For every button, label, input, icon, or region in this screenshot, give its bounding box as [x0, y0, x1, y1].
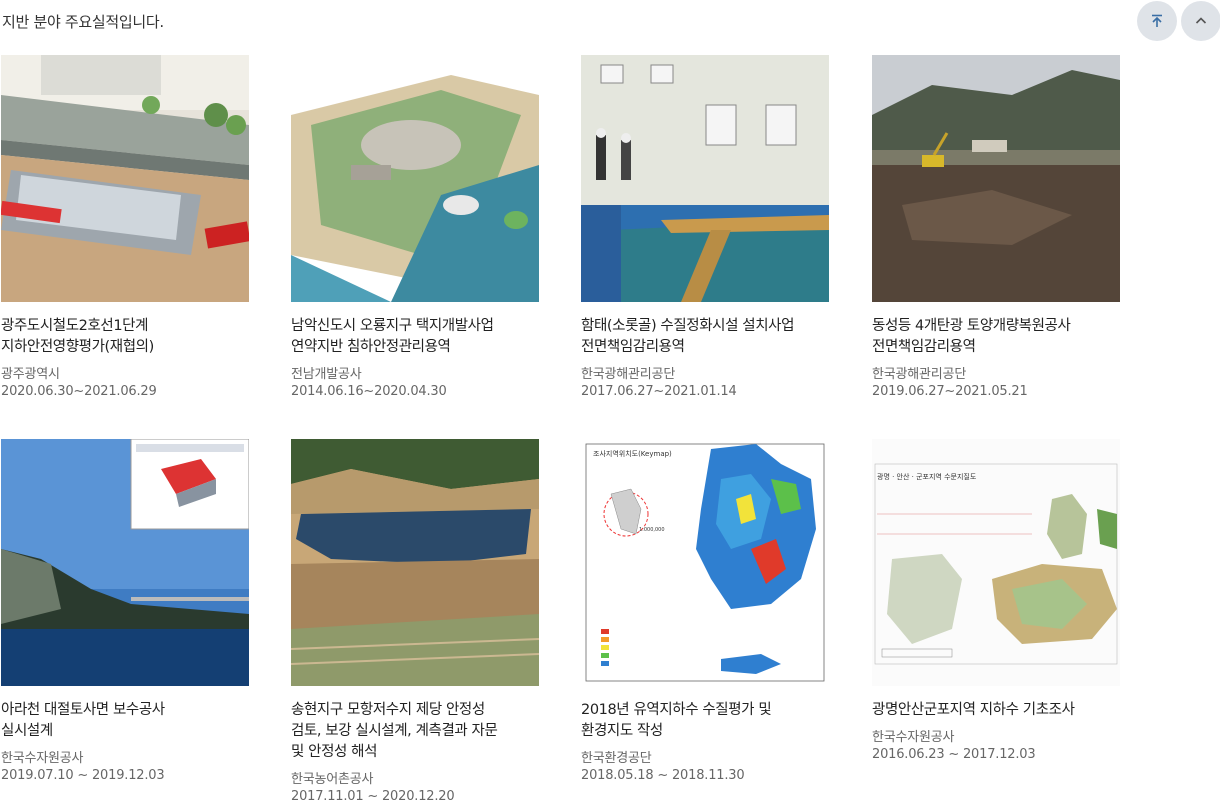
- project-thumbnail: [291, 55, 539, 302]
- project-title-line: 함태(소롯골) 수질정화시설 설치사업: [581, 318, 795, 334]
- project-period: 2020.06.30~2021.06.29: [1, 384, 157, 399]
- project-title-line: 아라천 대절토사면 보수공사: [1, 702, 165, 718]
- project-card[interactable]: 함태(소롯골) 수질정화시설 설치사업 전면책임감리용역 한국광해관리공단 20…: [581, 55, 829, 400]
- new-town-aerial-image: [291, 55, 539, 302]
- project-title-line: 지하안전영향평가(재협의): [1, 339, 154, 355]
- project-title-line: 남악신도시 오룡지구 택지개발사업: [291, 318, 494, 334]
- project-title-line: 전면책임감리용역: [872, 339, 976, 355]
- groundwater-quality-map-image: 조사지역위치도(Keymap) 1:000,000: [581, 439, 829, 686]
- map-keymap-scale: 1:000,000: [639, 527, 665, 533]
- project-client: 한국농어촌공사: [291, 772, 374, 787]
- project-card[interactable]: 광명 · 안산 · 군포지역 수문지질도 광명안산군포지역 지하수 기초조사 한…: [872, 439, 1120, 763]
- water-treatment-tank-image: [581, 55, 829, 302]
- intro-text: 지반 분야 주요실적입니다.: [2, 13, 164, 31]
- project-client: 한국수자원공사: [1, 751, 84, 766]
- project-client: 한국광해관리공단: [581, 367, 676, 382]
- project-card[interactable]: 조사지역위치도(Keymap) 1:000,000 2018년 유역지하수 수질…: [581, 439, 829, 784]
- project-period: 2016.06.23 ~ 2017.12.03: [872, 747, 1036, 762]
- project-thumbnail: 조사지역위치도(Keymap) 1:000,000: [581, 439, 829, 686]
- reservoir-aerial-image: [291, 439, 539, 686]
- project-client: 한국환경공단: [581, 751, 652, 766]
- project-client: 전남개발공사: [291, 367, 362, 382]
- project-title-line: 광명안산군포지역 지하수 기초조사: [872, 702, 1075, 718]
- project-card[interactable]: 아라천 대절토사면 보수공사 실시설계 한국수자원공사 2019.07.10 ~…: [1, 439, 249, 784]
- map-keymap-title: 조사지역위치도(Keymap): [593, 449, 672, 458]
- project-title: 동성등 4개탄광 토양개량복원공사 전면책임감리용역: [872, 316, 1120, 358]
- project-title: 아라천 대절토사면 보수공사 실시설계: [1, 700, 249, 742]
- project-period: 2014.06.16~2020.04.30: [291, 384, 447, 399]
- project-client: 광주광역시: [1, 367, 60, 382]
- project-card[interactable]: 남악신도시 오룡지구 택지개발사업 연약지반 침하안정관리용역 전남개발공사 2…: [291, 55, 539, 400]
- project-title: 광주도시철도2호선1단계 지하안전영향평가(재협의): [1, 316, 249, 358]
- project-client: 한국광해관리공단: [872, 367, 967, 382]
- project-card[interactable]: 광주도시철도2호선1단계 지하안전영향평가(재협의) 광주광역시 2020.06…: [1, 55, 249, 400]
- chevron-up-icon: [1193, 13, 1209, 29]
- hydrogeology-map-image: 광명 · 안산 · 군포지역 수문지질도: [872, 439, 1120, 686]
- project-title-line: 전면책임감리용역: [581, 339, 685, 355]
- project-thumbnail: [291, 439, 539, 686]
- scroll-up-button[interactable]: [1181, 1, 1220, 41]
- project-title-line: 및 안정성 해석: [291, 744, 378, 760]
- project-period: 2019.06.27~2021.05.21: [872, 384, 1028, 399]
- project-title-line: 동성등 4개탄광 토양개량복원공사: [872, 318, 1071, 334]
- project-title: 2018년 유역지하수 수질평가 및 환경지도 작성: [581, 700, 829, 742]
- project-title-line: 환경지도 작성: [581, 723, 663, 739]
- arrow-to-top-icon: [1149, 13, 1165, 29]
- project-thumbnail: 광명 · 안산 · 군포지역 수문지질도: [872, 439, 1120, 686]
- project-title: 광명안산군포지역 지하수 기초조사: [872, 700, 1120, 721]
- project-thumbnail: [872, 55, 1120, 302]
- project-title-line: 실시설계: [1, 723, 53, 739]
- project-period: 2019.07.10 ~ 2019.12.03: [1, 768, 165, 783]
- project-title: 송현지구 모항저수지 제당 안정성 검토, 보강 실시설계, 계측결과 자문 및…: [291, 700, 539, 763]
- mine-site-excavator-image: [872, 55, 1120, 302]
- scroll-top-button[interactable]: [1137, 1, 1177, 41]
- project-title-line: 광주도시철도2호선1단계: [1, 318, 149, 334]
- project-card[interactable]: 동성등 4개탄광 토양개량복원공사 전면책임감리용역 한국광해관리공단 2019…: [872, 55, 1120, 400]
- project-card[interactable]: 송현지구 모항저수지 제당 안정성 검토, 보강 실시설계, 계측결과 자문 및…: [291, 439, 539, 805]
- project-title: 남악신도시 오룡지구 택지개발사업 연약지반 침하안정관리용역: [291, 316, 539, 358]
- project-thumbnail: [1, 55, 249, 302]
- project-thumbnail: [581, 55, 829, 302]
- project-title-line: 2018년 유역지하수 수질평가 및: [581, 702, 772, 718]
- project-period: 2018.05.18 ~ 2018.11.30: [581, 768, 745, 783]
- project-period: 2017.11.01 ~ 2020.12.20: [291, 789, 455, 804]
- project-thumbnail: [1, 439, 249, 686]
- subway-station-cutaway-image: [1, 55, 249, 302]
- project-title-line: 검토, 보강 실시설계, 계측결과 자문: [291, 723, 498, 739]
- project-title: 함태(소롯골) 수질정화시설 설치사업 전면책임감리용역: [581, 316, 829, 358]
- project-title-line: 연약지반 침하안정관리용역: [291, 339, 451, 355]
- project-client: 한국수자원공사: [872, 730, 955, 745]
- project-period: 2017.06.27~2021.01.14: [581, 384, 737, 399]
- map-hydro-title: 광명 · 안산 · 군포지역 수문지질도: [877, 472, 977, 481]
- project-title-line: 송현지구 모항저수지 제당 안정성: [291, 702, 485, 718]
- cut-slope-river-image: [1, 439, 249, 686]
